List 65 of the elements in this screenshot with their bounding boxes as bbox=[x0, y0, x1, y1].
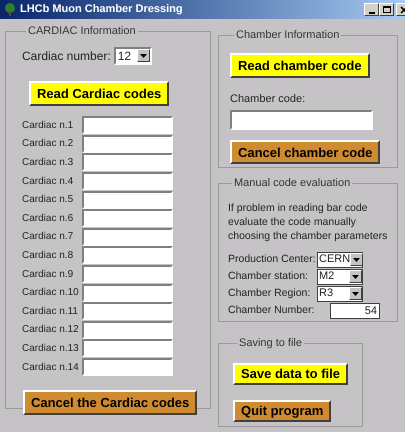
input-field[interactable] bbox=[82, 358, 173, 376]
number-field[interactable]: 54 bbox=[330, 302, 380, 318]
dropdown[interactable]: R3 bbox=[317, 286, 363, 302]
dropdown-button[interactable] bbox=[136, 49, 150, 62]
field-label: Cardiac n.9 bbox=[22, 268, 74, 282]
caret-icon bbox=[352, 292, 359, 296]
input-field[interactable] bbox=[82, 172, 173, 190]
button[interactable]: Read Cardiac codes bbox=[29, 80, 170, 106]
field-label: Production Center: bbox=[228, 252, 317, 267]
caret-icon bbox=[352, 274, 359, 278]
input-field[interactable] bbox=[82, 339, 173, 358]
dropdown[interactable]: M2 bbox=[317, 268, 363, 284]
input-field[interactable] bbox=[82, 284, 173, 302]
field-label: Cardiac n.2 bbox=[22, 137, 74, 152]
button[interactable]: Quit program bbox=[233, 400, 332, 422]
field-label: Chamber Region: bbox=[228, 286, 312, 301]
input-field[interactable] bbox=[82, 153, 173, 172]
button[interactable]: Cancel the Cardiac codes bbox=[23, 390, 198, 415]
maximize-button[interactable] bbox=[379, 3, 394, 16]
dropdown-button[interactable] bbox=[350, 253, 364, 266]
field-label: Chamber Number: bbox=[228, 302, 316, 318]
tree-icon bbox=[3, 2, 17, 16]
field-label: Cardiac n.7 bbox=[22, 230, 74, 244]
button[interactable]: Save data to file bbox=[233, 362, 348, 384]
field-label: Cardiac n.12 bbox=[22, 323, 80, 338]
dropdown-button[interactable] bbox=[349, 270, 362, 283]
input-field[interactable] bbox=[230, 110, 373, 130]
caret-icon bbox=[140, 54, 147, 58]
group-title: Saving to file bbox=[238, 336, 303, 351]
input-field[interactable] bbox=[82, 228, 173, 246]
input-field[interactable] bbox=[82, 190, 173, 209]
field-label: Cardiac n.8 bbox=[22, 248, 74, 263]
input-field[interactable] bbox=[82, 134, 173, 153]
field-label: Cardiac number: bbox=[22, 48, 111, 64]
input-field[interactable] bbox=[82, 302, 173, 320]
field-label: Cardiac n.10 bbox=[22, 286, 80, 300]
field-label: Cardiac n.5 bbox=[22, 193, 74, 208]
input-field[interactable] bbox=[82, 246, 173, 264]
field-label: Chamber station: bbox=[228, 268, 309, 284]
field-label: Cardiac n.6 bbox=[22, 212, 74, 226]
field-label: Cardiac n.4 bbox=[22, 174, 74, 189]
input-field[interactable] bbox=[82, 209, 173, 228]
field-label: Cardiac n.13 bbox=[22, 342, 80, 356]
dropdown-button[interactable] bbox=[349, 287, 362, 300]
input-field[interactable] bbox=[82, 265, 173, 284]
field-label: Cardiac n.11 bbox=[22, 304, 79, 319]
caret-icon bbox=[353, 258, 360, 262]
number-dropdown[interactable]: 12 bbox=[114, 46, 152, 64]
minimize-button[interactable] bbox=[364, 3, 379, 16]
group-title: CARDIAC Information bbox=[27, 24, 137, 39]
input-field[interactable] bbox=[82, 116, 173, 134]
group-title: Chamber Information bbox=[235, 28, 340, 43]
field-label: Cardiac n.1 bbox=[22, 118, 74, 133]
input-field[interactable] bbox=[82, 320, 173, 339]
maximize-icon bbox=[382, 4, 392, 14]
button[interactable]: Cancel chamber code bbox=[230, 140, 380, 164]
button[interactable]: Read chamber code bbox=[230, 52, 370, 78]
description-text: If problem in reading bar code evaluate the code manually choosing the chamber parameters bbox=[228, 200, 388, 242]
window-title: LHCb Muon Chamber Dressing bbox=[20, 2, 183, 18]
field-label: Cardiac n.14 bbox=[22, 360, 80, 375]
group-title: Manual code evaluation bbox=[233, 176, 352, 191]
dropdown[interactable]: CERN bbox=[317, 252, 363, 268]
field-label: Cardiac n.3 bbox=[22, 156, 74, 170]
minimize-icon bbox=[368, 12, 374, 14]
field-label: Chamber code: bbox=[230, 92, 306, 106]
